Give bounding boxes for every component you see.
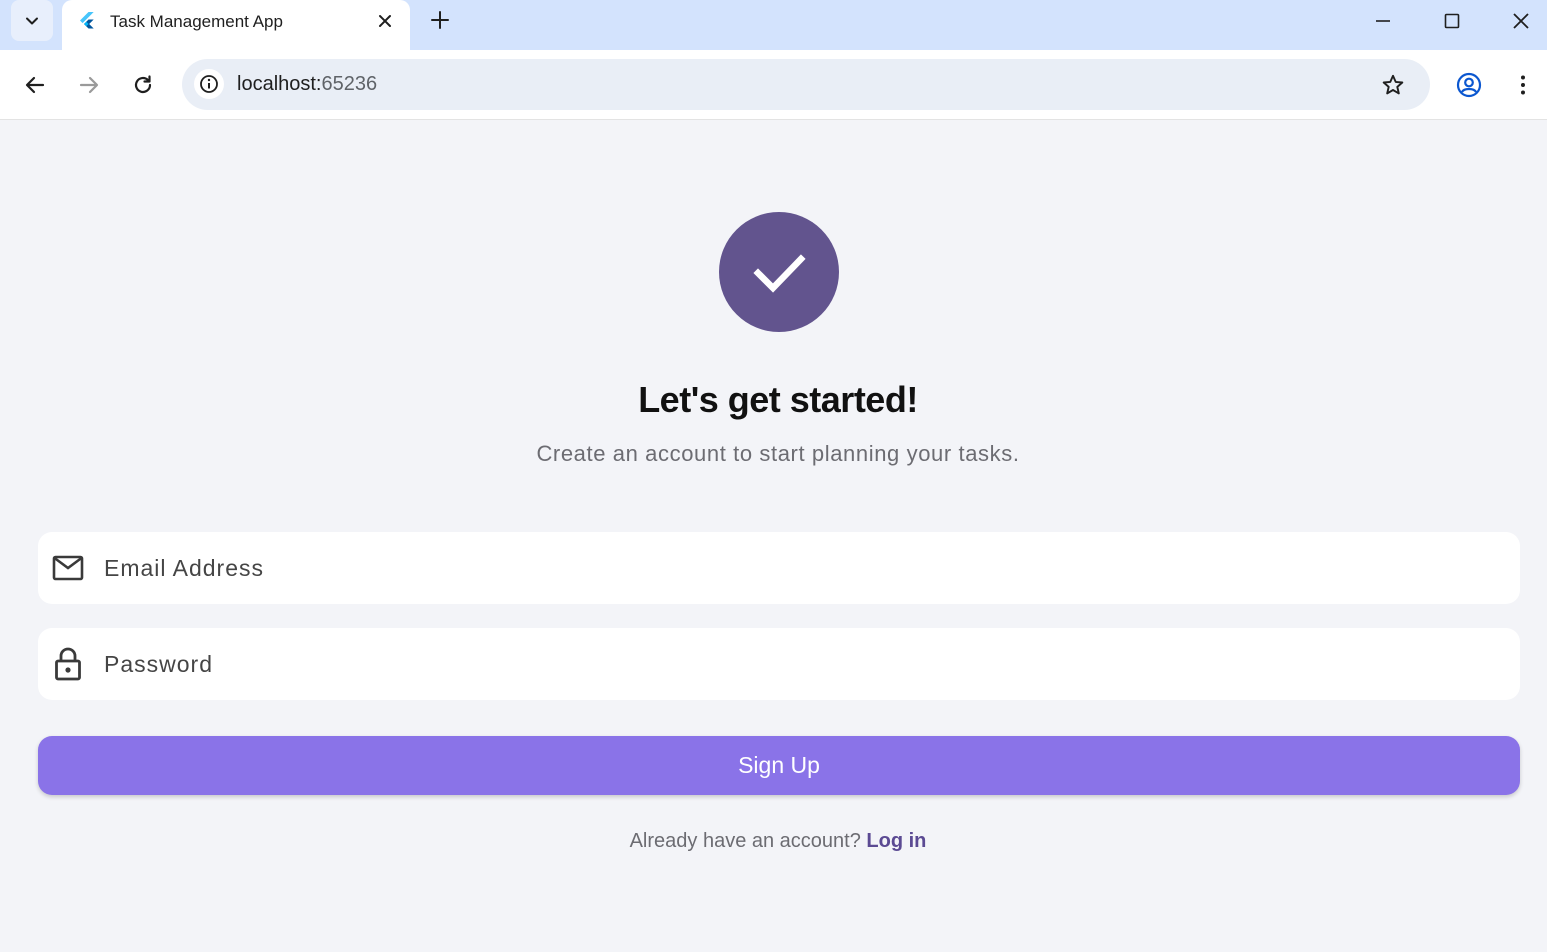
info-icon: [200, 75, 218, 93]
checkmark-icon: [753, 254, 806, 293]
password-field[interactable]: [38, 628, 1520, 700]
sign-up-button[interactable]: Sign Up: [38, 736, 1520, 795]
page-title: Let's get started!: [638, 379, 918, 420]
login-link[interactable]: Log in: [866, 830, 926, 852]
arrow-right-icon: [79, 76, 99, 94]
signup-page: Let's get started! Create an account to …: [2, 121, 1547, 952]
address-bar[interactable]: localhost:65236: [182, 59, 1430, 110]
address-url: localhost:65236: [237, 73, 377, 96]
maximize-icon: [1444, 13, 1460, 29]
arrow-left-icon: [25, 76, 45, 94]
account-circle-icon: [1456, 72, 1482, 98]
maximize-button[interactable]: [1435, 6, 1469, 36]
browser-toolbar: localhost:65236: [0, 50, 1547, 120]
close-window-button[interactable]: [1504, 6, 1538, 36]
more-vert-icon: [1521, 75, 1525, 95]
minimize-button[interactable]: [1366, 6, 1400, 36]
email-input[interactable]: [104, 546, 1484, 590]
email-field[interactable]: [38, 532, 1520, 604]
minimize-icon: [1376, 20, 1390, 22]
tab-close-icon[interactable]: [374, 10, 396, 32]
mail-icon: [52, 552, 84, 584]
tab-title: Task Management App: [110, 12, 283, 31]
tab-search-button[interactable]: [11, 0, 53, 41]
login-prompt: Already have an account? Log in: [2, 830, 1547, 853]
address-port: 65236: [321, 73, 378, 95]
star-icon: [1382, 74, 1404, 95]
page-subtitle: Create an account to start planning your…: [536, 441, 1020, 466]
login-prompt-text: Already have an account?: [629, 830, 861, 852]
forward-button[interactable]: [71, 67, 107, 103]
close-icon: [1513, 13, 1529, 29]
lock-icon: [52, 647, 84, 681]
flutter-icon: [80, 12, 94, 29]
browser-tab-active[interactable]: Task Management App: [62, 0, 410, 50]
browser-tabstrip: Task Management App: [0, 0, 1547, 50]
chevron-down-icon: [26, 17, 38, 24]
password-input[interactable]: [104, 642, 1484, 686]
back-button[interactable]: [17, 67, 53, 103]
plus-icon: [431, 11, 449, 29]
bookmark-button[interactable]: [1379, 71, 1407, 99]
new-tab-button[interactable]: [426, 6, 454, 34]
reload-button[interactable]: [125, 67, 161, 103]
profile-button[interactable]: [1451, 67, 1487, 103]
browser-menu-button[interactable]: [1505, 67, 1541, 103]
app-logo: [719, 212, 839, 332]
address-host: localhost:: [237, 73, 322, 95]
site-info-button[interactable]: [194, 69, 224, 99]
reload-icon: [134, 75, 152, 94]
